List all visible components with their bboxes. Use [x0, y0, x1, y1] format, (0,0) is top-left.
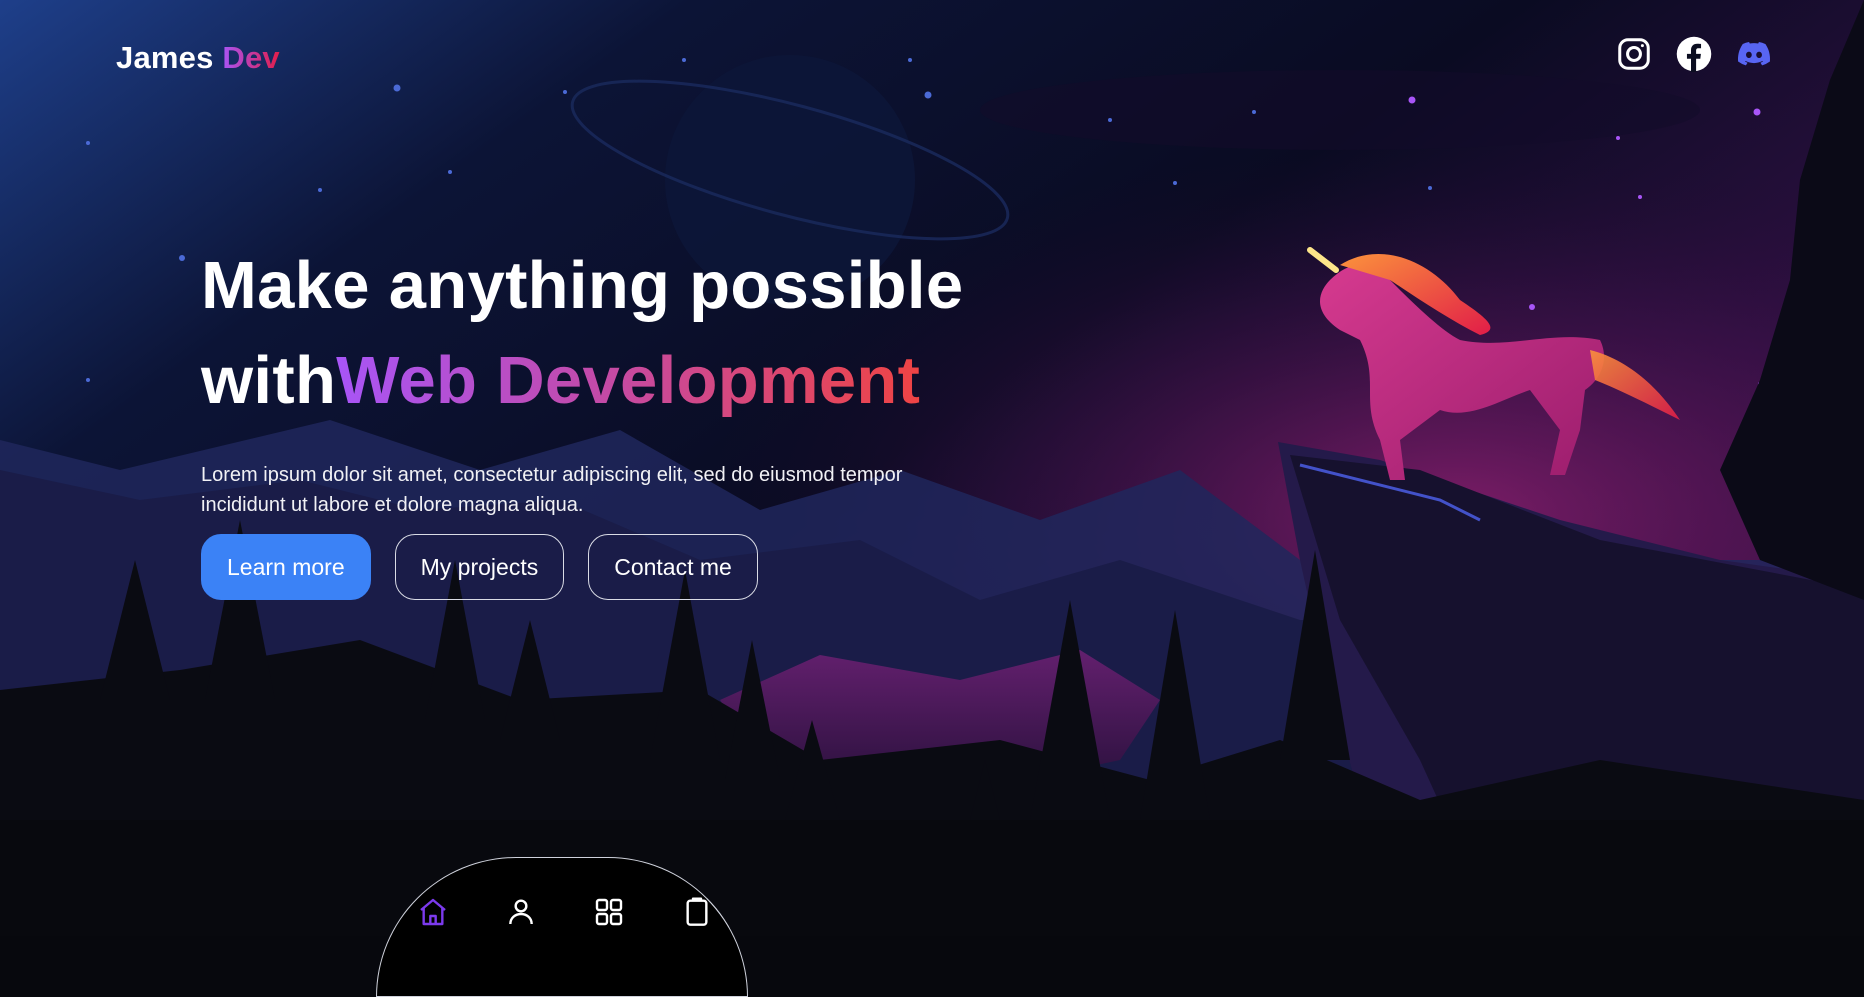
user-icon[interactable] [503, 894, 539, 930]
brand-logo[interactable]: James Dev [116, 40, 280, 76]
hero-line-1: Make anything possible [201, 248, 964, 323]
brand-accent: Dev [222, 40, 280, 75]
home-icon[interactable] [415, 894, 451, 930]
hero-line-2-plain: with [201, 343, 337, 418]
facebook-icon[interactable] [1676, 36, 1712, 72]
instagram-icon[interactable] [1616, 36, 1652, 72]
clipboard-icon[interactable] [679, 894, 715, 930]
brand-name: James [116, 40, 214, 75]
contact-me-button[interactable]: Contact me [588, 534, 758, 600]
my-projects-button[interactable]: My projects [394, 534, 565, 600]
hero-section: Make anything possible withWeb Developme… [201, 238, 1061, 520]
learn-more-button[interactable]: Learn more [201, 534, 371, 600]
discord-icon[interactable] [1736, 36, 1772, 72]
hero-headline: Make anything possible withWeb Developme… [201, 238, 1061, 428]
grid-icon[interactable] [591, 894, 627, 930]
social-links [1616, 36, 1772, 72]
hero-buttons: Learn more My projects Contact me [201, 534, 758, 600]
hero-line-2-gradient: Web Development [336, 343, 921, 418]
hero-description: Lorem ipsum dolor sit amet, consectetur … [201, 464, 903, 516]
